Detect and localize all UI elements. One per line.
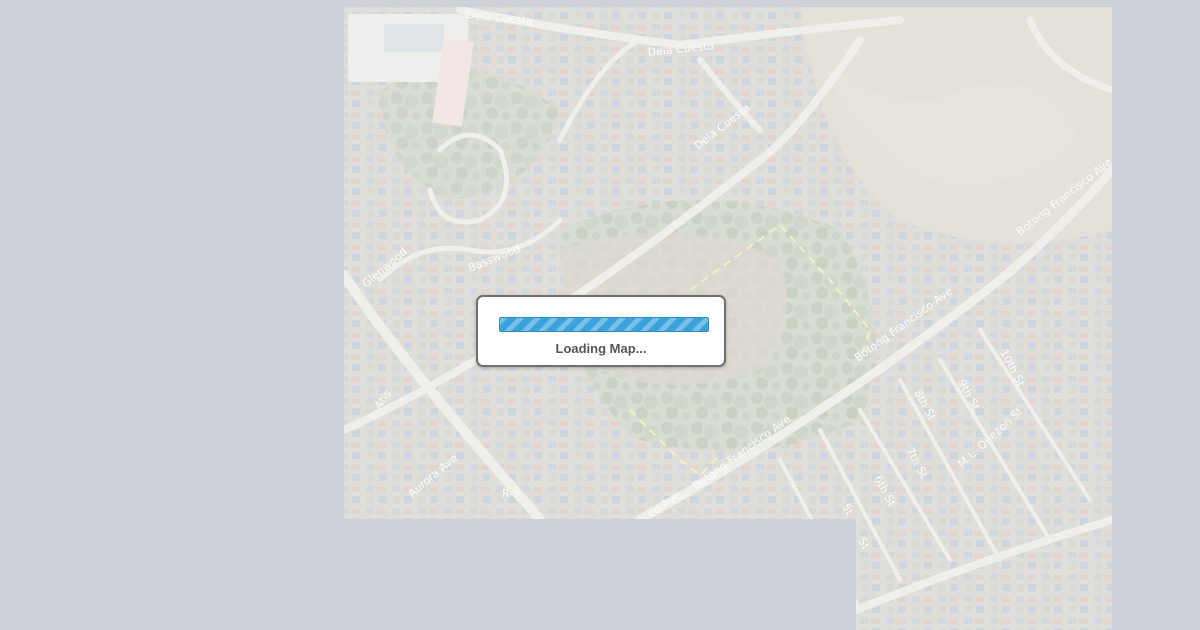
progress-bar: [499, 317, 709, 332]
loading-message: Loading Map...: [555, 341, 647, 356]
loading-dialog: Loading Map...: [476, 295, 726, 367]
progress-bar-fill: [499, 317, 709, 332]
satellite-imagery: Dela Cuesta Dela Cuesta Dela Cuesta Glen…: [344, 7, 1112, 630]
map-viewport[interactable]: Dela Cuesta Dela Cuesta Dela Cuesta Glen…: [0, 0, 1200, 630]
map-label-r5: R-5: [502, 487, 520, 500]
